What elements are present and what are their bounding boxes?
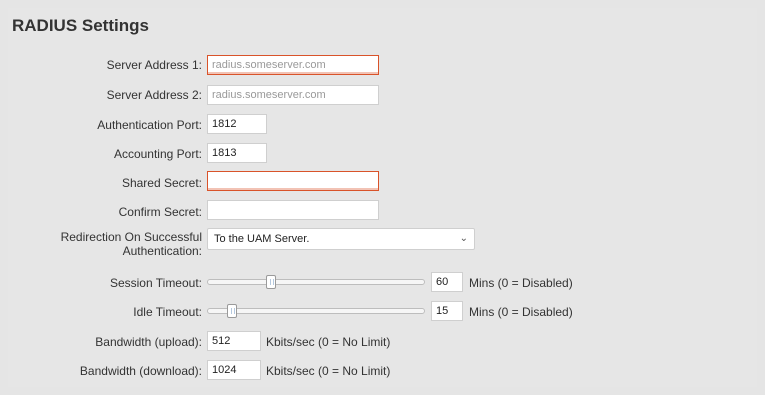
bandwidth-upload-input[interactable]: 512 bbox=[207, 331, 261, 351]
bandwidth-upload-label: Bandwidth (upload): bbox=[95, 335, 202, 349]
bandwidth-download-unit: Kbits/sec (0 = No Limit) bbox=[266, 364, 391, 378]
redirection-selected-value: To the UAM Server. bbox=[214, 233, 310, 245]
server-address-1-label: Server Address 1: bbox=[106, 58, 202, 72]
redirection-label: Redirection On Successful Authentication… bbox=[60, 230, 202, 258]
session-timeout-unit: Mins (0 = Disabled) bbox=[469, 276, 573, 290]
accounting-port-input[interactable]: 1813 bbox=[207, 143, 267, 163]
session-timeout-label: Session Timeout: bbox=[109, 276, 202, 290]
confirm-secret-input[interactable] bbox=[207, 200, 379, 220]
shared-secret-label: Shared Secret: bbox=[121, 176, 202, 190]
bandwidth-upload-unit: Kbits/sec (0 = No Limit) bbox=[266, 335, 391, 349]
slider-grip-icon[interactable] bbox=[227, 304, 238, 318]
redirection-select[interactable]: To the UAM Server. ⌄ bbox=[207, 228, 475, 250]
accounting-port-label: Accounting Port: bbox=[113, 147, 202, 161]
session-timeout-slider-track[interactable] bbox=[207, 279, 425, 285]
authentication-port-input[interactable]: 1812 bbox=[207, 114, 267, 134]
chevron-down-icon: ⌄ bbox=[459, 233, 468, 244]
server-address-2-input[interactable]: radius.someserver.com bbox=[207, 85, 379, 105]
shared-secret-input[interactable] bbox=[207, 171, 379, 191]
server-address-2-label: Server Address 2: bbox=[106, 88, 202, 102]
idle-timeout-unit: Mins (0 = Disabled) bbox=[469, 305, 573, 319]
authentication-port-label: Authentication Port: bbox=[97, 118, 202, 132]
confirm-secret-label: Confirm Secret: bbox=[118, 205, 202, 219]
idle-timeout-label: Idle Timeout: bbox=[133, 305, 202, 319]
idle-timeout-input[interactable]: 15 bbox=[431, 301, 463, 321]
slider-grip-icon[interactable] bbox=[265, 275, 276, 289]
section-title: RADIUS Settings bbox=[12, 16, 149, 35]
session-timeout-input[interactable]: 60 bbox=[431, 272, 463, 292]
idle-timeout-slider-track[interactable] bbox=[207, 308, 425, 314]
bandwidth-download-input[interactable]: 1024 bbox=[207, 360, 261, 380]
bandwidth-download-label: Bandwidth (download): bbox=[79, 364, 202, 378]
server-address-1-input[interactable]: radius.someserver.com bbox=[207, 55, 379, 75]
